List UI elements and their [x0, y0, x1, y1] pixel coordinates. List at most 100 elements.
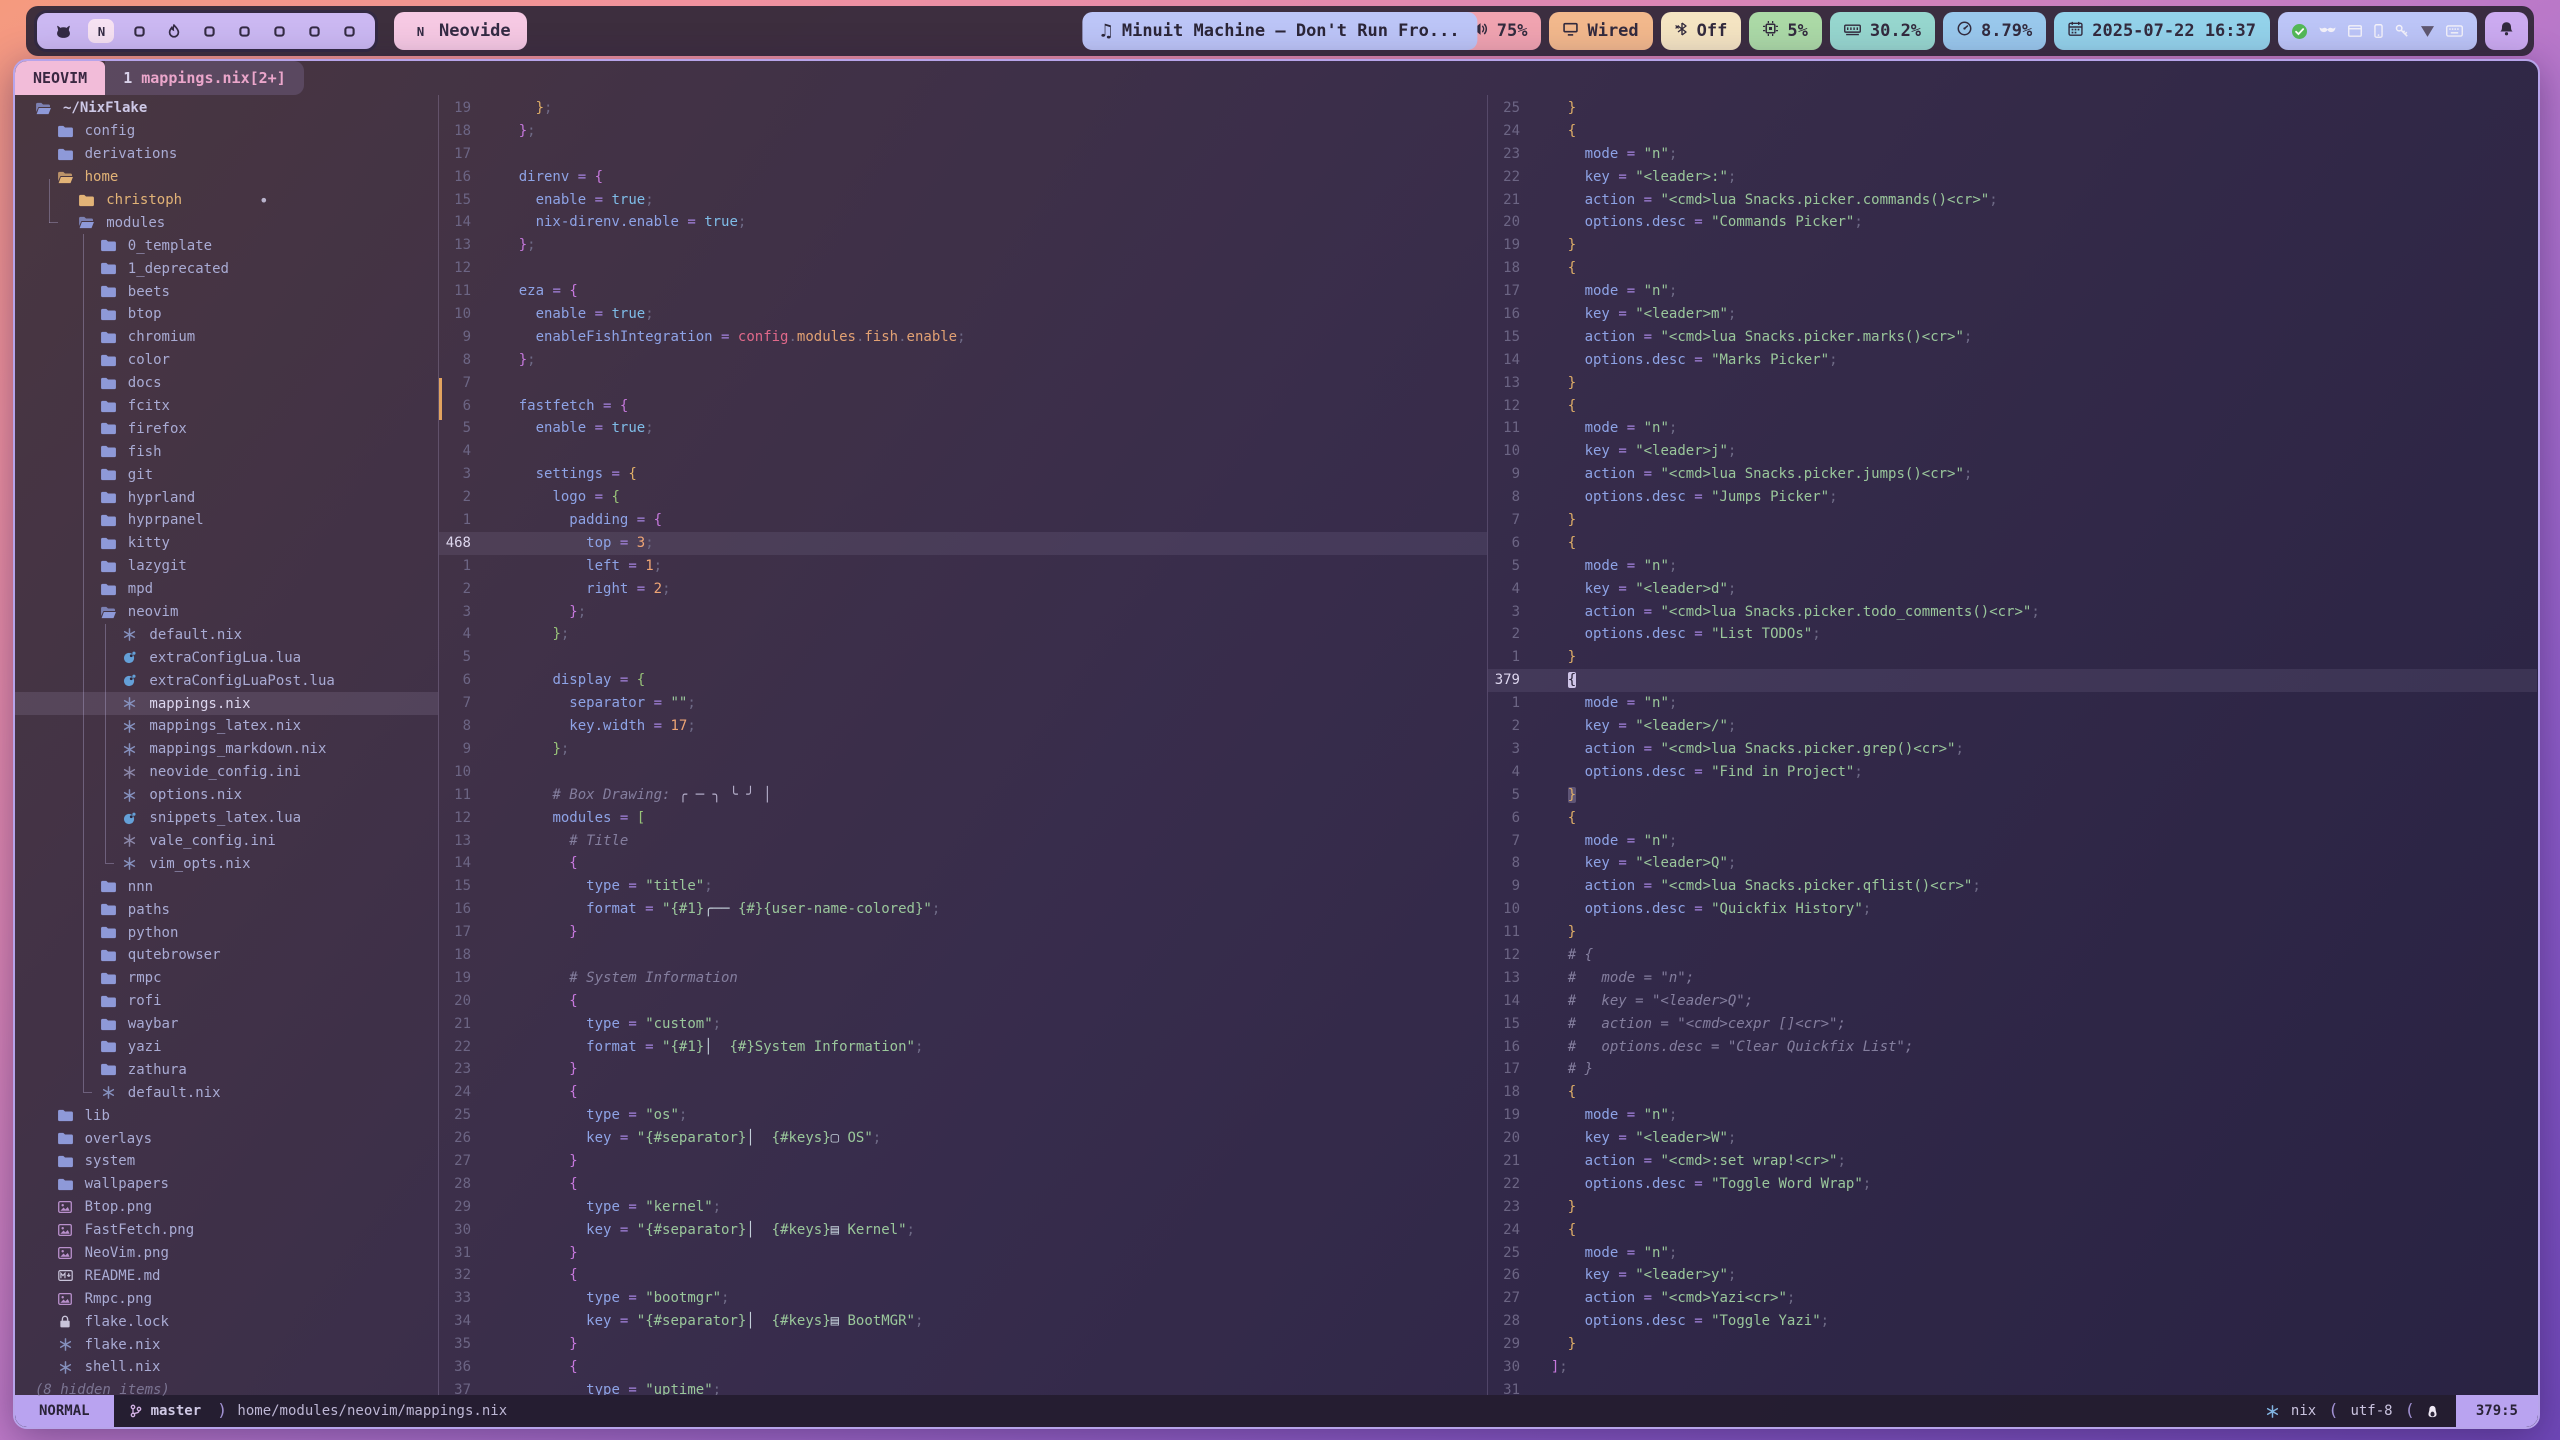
code-line[interactable]: 25 type = "os";	[439, 1104, 1487, 1127]
editor-pane-right[interactable]: 25 }24 {23 mode = "n";22 key = "<leader>…	[1488, 95, 2537, 1395]
tree-item-hyprland[interactable]: hyprland	[15, 486, 438, 509]
music-player-widget[interactable]: ♫ Minuit Machine – Don't Run Fro...	[1082, 12, 1477, 50]
editor-pane-left[interactable]: 19 };18 };1716 direnv = {15 enable = tru…	[439, 95, 1488, 1395]
code-line[interactable]: 20 key = "<leader>W";	[1488, 1127, 2537, 1150]
tree-item-hyprpanel[interactable]: hyprpanel	[15, 509, 438, 532]
tree-item-mpd[interactable]: mpd	[15, 578, 438, 601]
tree-item-git[interactable]: git	[15, 463, 438, 486]
code-line[interactable]: 9 enableFishIntegration = config.modules…	[439, 326, 1487, 349]
code-line[interactable]: 35 }	[439, 1333, 1487, 1356]
code-line[interactable]: 1 }	[1488, 646, 2537, 669]
code-line[interactable]: 6 {	[1488, 807, 2537, 830]
tree-item-neovim-png[interactable]: NeoVim.png	[15, 1242, 438, 1265]
code-line[interactable]: 2 options.desc = "List TODOs";	[1488, 623, 2537, 646]
bluetooth-widget[interactable]: Off	[1661, 12, 1742, 50]
code-line[interactable]: 13 };	[439, 234, 1487, 257]
tree-item-rmpc-png[interactable]: Rmpc.png	[15, 1287, 438, 1310]
tree-item-paths[interactable]: paths	[15, 898, 438, 921]
tree-item-wallpapers[interactable]: wallpapers	[15, 1173, 438, 1196]
tree-item-mappings-latex-nix[interactable]: mappings_latex.nix	[15, 715, 438, 738]
code-line[interactable]: 28 {	[439, 1173, 1487, 1196]
tree-item-qutebrowser[interactable]: qutebrowser	[15, 944, 438, 967]
code-line[interactable]: 14 nix-direnv.enable = true;	[439, 211, 1487, 234]
window-icon[interactable]	[2348, 25, 2362, 37]
code-line[interactable]: 8 };	[439, 349, 1487, 372]
code-line[interactable]: 7 mode = "n";	[1488, 830, 2537, 853]
code-line[interactable]: 32 {	[439, 1264, 1487, 1287]
code-line[interactable]: 14 options.desc = "Marks Picker";	[1488, 349, 2537, 372]
tree-item-rmpc[interactable]: rmpc	[15, 967, 438, 990]
code-line[interactable]: 18 };	[439, 120, 1487, 143]
code-line[interactable]: 2 key = "<leader>/";	[1488, 715, 2537, 738]
code-line[interactable]: 21 action = "<cmd>lua Snacks.picker.comm…	[1488, 189, 2537, 212]
code-line[interactable]: 15 enable = true;	[439, 189, 1487, 212]
code-line[interactable]: 29 type = "kernel";	[439, 1196, 1487, 1219]
code-line[interactable]: 11 # Box Drawing: ╭ ─ ╮ ╰ ╯ │	[439, 784, 1487, 807]
code-line[interactable]: 13 # mode = "n";	[1488, 967, 2537, 990]
check-badge-icon[interactable]	[2292, 24, 2307, 39]
tree-item-beets[interactable]: beets	[15, 280, 438, 303]
tree-item-mappings-markdown-nix[interactable]: mappings_markdown.nix	[15, 738, 438, 761]
tree-item-fastfetch-png[interactable]: FastFetch.png	[15, 1219, 438, 1242]
code-line[interactable]: 4 options.desc = "Find in Project";	[1488, 761, 2537, 784]
tree-item-fcitx[interactable]: fcitx	[15, 395, 438, 418]
code-line[interactable]: 31	[1488, 1379, 2537, 1395]
tree-item-neovim[interactable]: neovim	[15, 601, 438, 624]
code-line[interactable]: 12 modules = [	[439, 807, 1487, 830]
workspace-switcher[interactable]: N	[34, 10, 378, 52]
tree-item-docs[interactable]: docs	[15, 372, 438, 395]
keyboard-icon[interactable]	[2446, 25, 2463, 37]
code-line[interactable]: 4 };	[439, 623, 1487, 646]
code-line[interactable]: 5 enable = true;	[439, 417, 1487, 440]
triangle-icon[interactable]	[2421, 26, 2434, 37]
code-line[interactable]: 7 separator = "";	[439, 692, 1487, 715]
workspace-5-square-icon[interactable]	[199, 19, 219, 43]
code-line[interactable]: 27 action = "<cmd>Yazi<cr>";	[1488, 1287, 2537, 1310]
code-line[interactable]: 24 {	[439, 1081, 1487, 1104]
code-line-current[interactable]: 379 {	[1488, 669, 2537, 692]
code-line[interactable]: 20 {	[439, 990, 1487, 1013]
workspace-2-nvim-icon[interactable]: N	[88, 19, 114, 43]
code-line[interactable]: 14 {	[439, 852, 1487, 875]
code-line[interactable]: 20 options.desc = "Commands Picker";	[1488, 211, 2537, 234]
workspace-6-square-icon[interactable]	[234, 19, 254, 43]
code-line[interactable]: 3 action = "<cmd>lua Snacks.picker.grep(…	[1488, 738, 2537, 761]
tree-item-btop[interactable]: btop	[15, 303, 438, 326]
key-icon[interactable]	[2395, 24, 2409, 38]
code-line[interactable]: 24 {	[1488, 1219, 2537, 1242]
tree-item-zathura[interactable]: zathura	[15, 1058, 438, 1081]
code-line[interactable]: 19 mode = "n";	[1488, 1104, 2537, 1127]
code-line[interactable]: 15 # action = "<cmd>cexpr []<cr>";	[1488, 1013, 2537, 1036]
tree-item-shell-nix[interactable]: shell.nix	[15, 1356, 438, 1379]
code-line[interactable]: 30 ];	[1488, 1356, 2537, 1379]
git-branch-segment[interactable]: master	[114, 1403, 218, 1419]
workspace-1-cat-icon[interactable]	[53, 19, 73, 43]
code-line[interactable]: 1 padding = {	[439, 509, 1487, 532]
tree-item-mappings-nix[interactable]: mappings.nix	[15, 692, 438, 715]
code-line[interactable]: 1 left = 1;	[439, 555, 1487, 578]
code-line[interactable]: 7	[439, 372, 1487, 395]
tab-mappings-nix[interactable]: 1 mappings.nix[2+]	[105, 61, 304, 95]
code-line[interactable]: 3 };	[439, 601, 1487, 624]
code-line[interactable]: 13 }	[1488, 372, 2537, 395]
code-line[interactable]: 14 # key = "<leader>Q";	[1488, 990, 2537, 1013]
code-line[interactable]: 31 }	[439, 1242, 1487, 1265]
tree-item-options-nix[interactable]: options.nix	[15, 784, 438, 807]
tree-item-home[interactable]: home	[15, 166, 438, 189]
workspace-7-square-icon[interactable]	[269, 19, 289, 43]
code-line[interactable]: 9 action = "<cmd>lua Snacks.picker.jumps…	[1488, 463, 2537, 486]
code-line[interactable]: 9 action = "<cmd>lua Snacks.picker.qflis…	[1488, 875, 2537, 898]
code-line[interactable]: 13 # Title	[439, 830, 1487, 853]
tree-item-flake-lock[interactable]: flake.lock	[15, 1310, 438, 1333]
code-line[interactable]: 21 action = "<cmd>:set wrap!<cr>";	[1488, 1150, 2537, 1173]
tree-item-rofi[interactable]: rofi	[15, 990, 438, 1013]
code-line[interactable]: 17 # }	[1488, 1058, 2537, 1081]
code-line[interactable]: 25 mode = "n";	[1488, 1242, 2537, 1265]
tree-item-default-nix[interactable]: default.nix	[15, 1081, 438, 1104]
code-line[interactable]: 10	[439, 761, 1487, 784]
tree-item-waybar[interactable]: waybar	[15, 1013, 438, 1036]
code-line[interactable]: 30 key = "{#separator}│ {#keys}▤ Kernel"…	[439, 1219, 1487, 1242]
network-widget[interactable]: Wired	[1549, 12, 1652, 50]
code-line[interactable]: 25 }	[1488, 97, 2537, 120]
code-line[interactable]: 10 key = "<leader>j";	[1488, 440, 2537, 463]
